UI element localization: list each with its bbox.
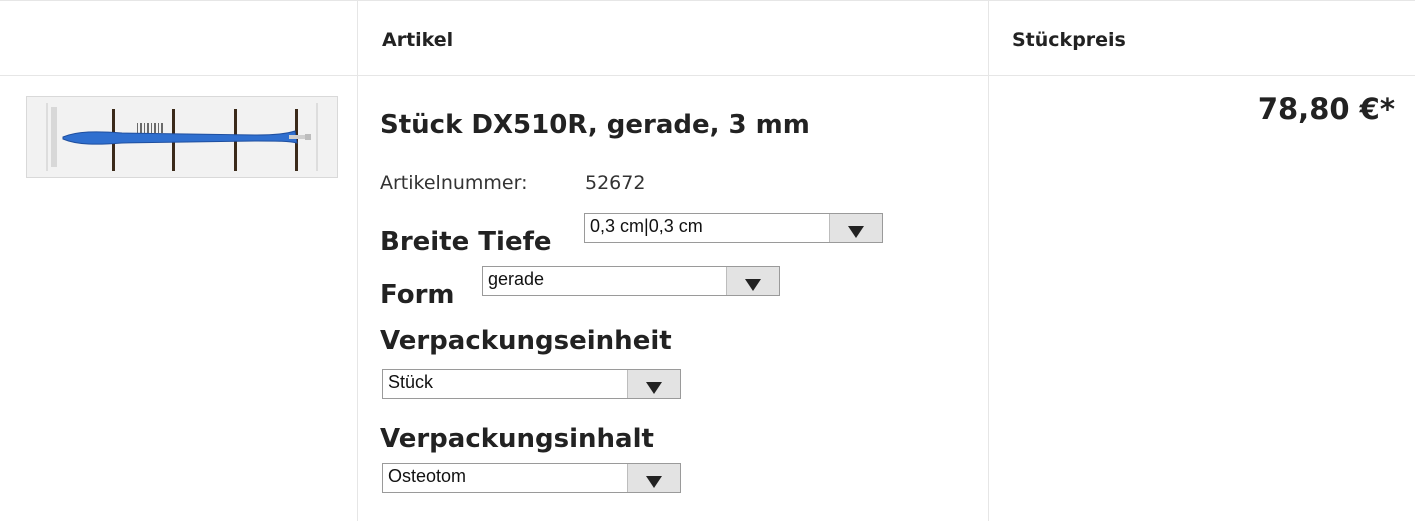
option-label-breite-tiefe: Breite Tiefe — [380, 227, 552, 257]
product-title[interactable]: Stück DX510R, gerade, 3 mm — [380, 110, 810, 140]
product-image[interactable] — [26, 96, 338, 178]
article-number-label: Artikelnummer: — [380, 172, 528, 194]
chevron-down-icon — [848, 226, 864, 238]
osteotome-image-icon — [27, 97, 337, 177]
header-unit-price: Stückpreis — [1012, 29, 1126, 51]
select-verpackungsinhalt-dropdown-button[interactable] — [627, 464, 680, 492]
header-divider — [0, 75, 1415, 76]
unit-price: 78,80 €* — [1257, 92, 1395, 126]
chevron-down-icon — [745, 279, 761, 291]
select-verpackungseinheit-dropdown-button[interactable] — [627, 370, 680, 398]
select-breite-tiefe[interactable]: 0,3 cm|0,3 cm — [584, 213, 883, 243]
select-breite-tiefe-value: 0,3 cm|0,3 cm — [590, 216, 703, 236]
header-article: Artikel — [382, 29, 454, 51]
select-form-dropdown-button[interactable] — [726, 267, 779, 295]
select-verpackungsinhalt[interactable]: Osteotom — [382, 463, 681, 493]
select-verpackungseinheit[interactable]: Stück — [382, 369, 681, 399]
chevron-down-icon — [646, 476, 662, 488]
table-top-border — [0, 0, 1415, 1]
article-number-value: 52672 — [585, 172, 646, 194]
select-breite-tiefe-dropdown-button[interactable] — [829, 214, 882, 242]
option-label-verpackungseinheit: Verpackungseinheit — [380, 326, 672, 356]
column-divider-price — [988, 0, 989, 521]
column-divider-article — [357, 0, 358, 521]
option-label-form: Form — [380, 280, 455, 310]
chevron-down-icon — [646, 382, 662, 394]
option-label-verpackungsinhalt: Verpackungsinhalt — [380, 424, 654, 454]
select-verpackungseinheit-value: Stück — [388, 372, 434, 392]
select-form[interactable]: gerade — [482, 266, 780, 296]
cart-table: Artikel Stückpreis Stück DX510R, gerade,… — [0, 0, 1415, 521]
select-form-value: gerade — [488, 269, 545, 289]
select-verpackungsinhalt-value: Osteotom — [388, 466, 467, 486]
